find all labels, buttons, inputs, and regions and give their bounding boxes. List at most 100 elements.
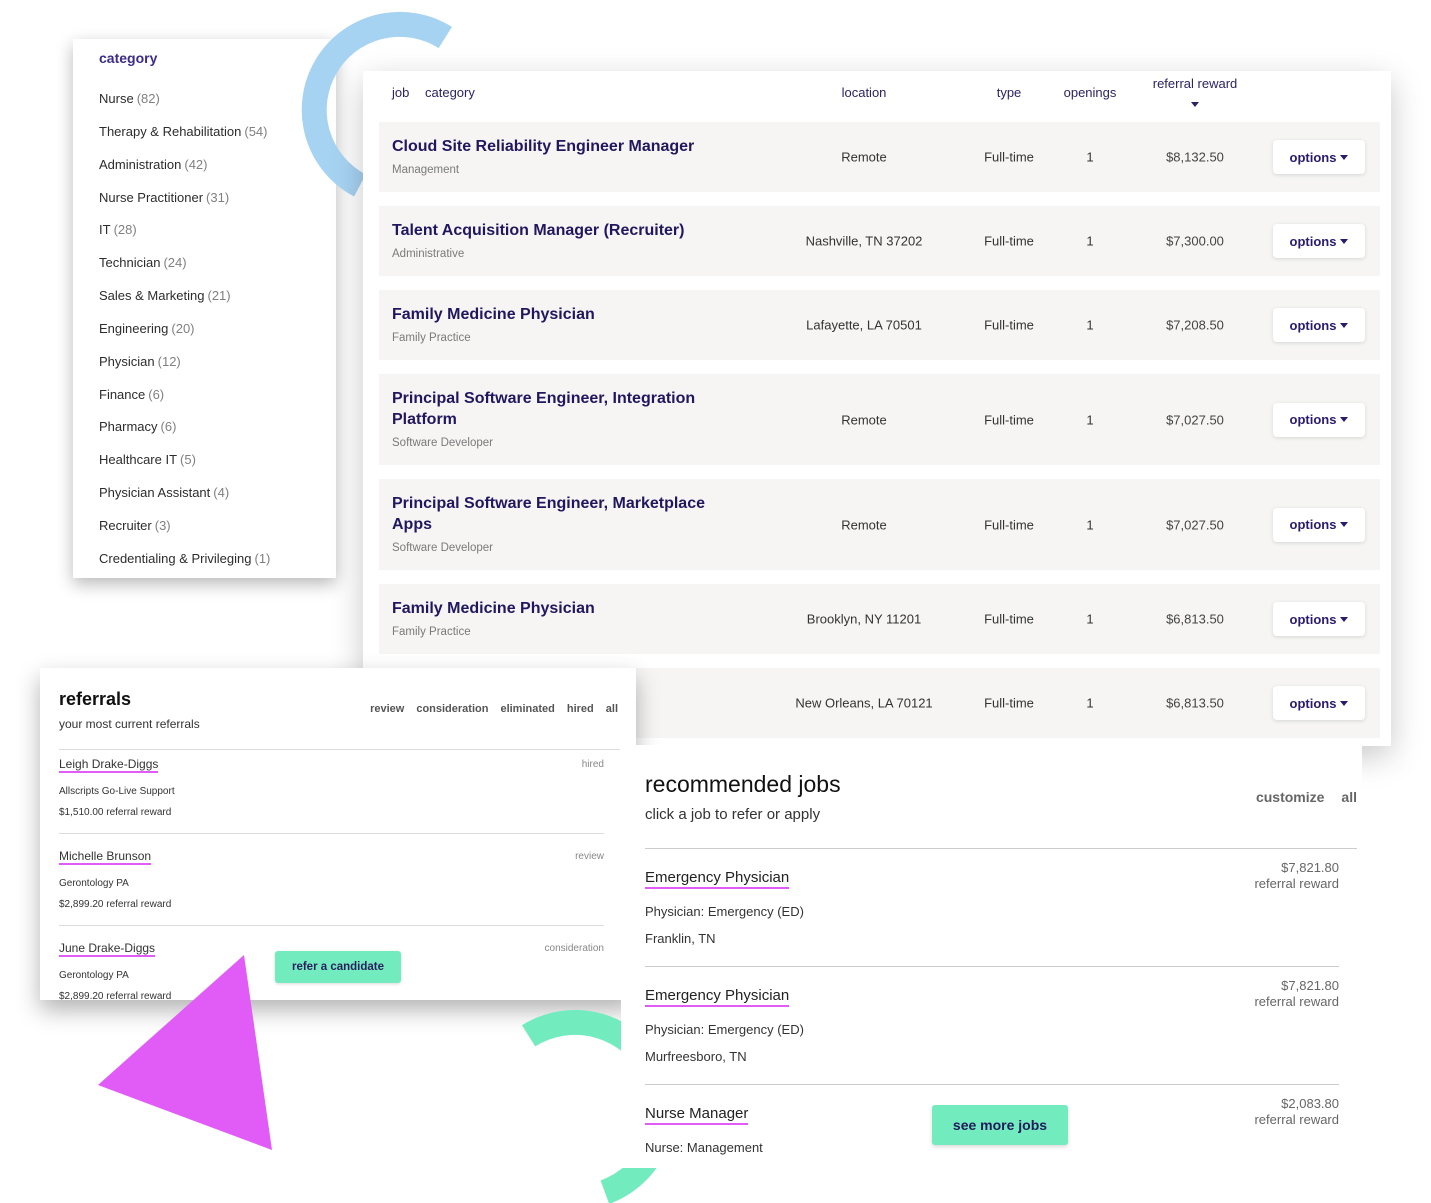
category-item[interactable]: Credentialing & Privileging (1): [99, 543, 270, 576]
table-row[interactable]: Family Medicine Physician Family Practic…: [379, 584, 1380, 654]
category-item[interactable]: Technician (24): [99, 247, 270, 280]
job-category: Family Practice: [392, 626, 471, 638]
recommended-job-location: Murfreesboro, TN: [645, 1049, 747, 1064]
recommended-job-link[interactable]: Emergency Physician: [645, 869, 790, 889]
table-row[interactable]: Principal Software Engineer, Marketplace…: [379, 479, 1380, 570]
options-label: options: [1289, 611, 1337, 627]
options-button[interactable]: options: [1273, 602, 1365, 636]
options-button[interactable]: options: [1273, 224, 1365, 258]
filter-review[interactable]: review: [370, 703, 404, 715]
job-openings: 1: [1086, 233, 1094, 249]
job-title[interactable]: Principal Software Engineer, Marketplace…: [392, 493, 722, 535]
caret-down-icon: [1340, 616, 1349, 622]
category-item[interactable]: Nurse Practitioner (31): [99, 182, 270, 215]
sort-caret-down-icon[interactable]: [1191, 102, 1199, 107]
referral-candidate-link[interactable]: Leigh Drake-Diggs: [59, 757, 159, 773]
job-category: Software Developer: [392, 542, 493, 554]
column-header-referral-reward[interactable]: referral reward: [1125, 76, 1265, 92]
job-title-block: Cloud Site Reliability Engineer Manager …: [379, 122, 722, 192]
options-label: options: [1289, 233, 1337, 249]
category-panel-title: category: [99, 50, 158, 66]
recommended-job-link[interactable]: Emergency Physician: [645, 987, 790, 1007]
referral-job: Allscripts Go-Live Support: [59, 786, 175, 797]
jobs-table-panel: job category location type openings refe…: [363, 71, 1391, 746]
decorative-pink-triangle: [98, 955, 272, 1150]
job-type: Full-time: [984, 695, 1034, 711]
category-item[interactable]: Engineering (20): [99, 313, 270, 346]
job-title-block: Family Medicine Physician Family Practic…: [379, 584, 722, 654]
job-title[interactable]: Principal Software Engineer, Integration…: [392, 388, 722, 430]
filter-consideration[interactable]: consideration: [416, 703, 488, 715]
job-category: Management: [392, 164, 460, 176]
job-title[interactable]: Family Medicine Physician: [392, 598, 722, 619]
job-title[interactable]: Cloud Site Reliability Engineer Manager: [392, 136, 722, 157]
options-label: options: [1289, 695, 1337, 711]
refer-candidate-button[interactable]: refer a candidate: [275, 951, 401, 983]
all-link[interactable]: all: [1341, 789, 1357, 805]
options-button[interactable]: options: [1273, 686, 1365, 720]
category-item[interactable]: Nurse (82): [99, 83, 270, 116]
recommended-job-category: Physician: Emergency (ED): [645, 1022, 804, 1037]
category-item[interactable]: Pharmacy (6): [99, 411, 270, 444]
table-row[interactable]: Principal Software Engineer, Integration…: [379, 374, 1380, 465]
column-header-type[interactable]: type: [969, 85, 1049, 101]
job-type: Full-time: [984, 611, 1034, 627]
caret-down-icon: [1340, 238, 1349, 244]
category-label: Physician Assistant: [99, 485, 211, 501]
recommended-job-item: Emergency Physician Physician: Emergency…: [645, 849, 1339, 967]
filter-all[interactable]: all: [606, 703, 618, 715]
job-title[interactable]: Family Medicine Physician: [392, 304, 722, 325]
job-referral-reward: $7,300.00: [1166, 233, 1224, 249]
category-count: (1): [254, 550, 271, 566]
category-item[interactable]: Finance (6): [99, 379, 270, 412]
options-button[interactable]: options: [1273, 402, 1365, 437]
job-openings: 1: [1086, 695, 1094, 711]
job-title[interactable]: Talent Acquisition Manager (Recruiter): [392, 220, 722, 241]
options-button[interactable]: options: [1273, 308, 1365, 342]
category-label: Therapy & Rehabilitation: [99, 123, 242, 139]
category-item[interactable]: Sales & Marketing (21): [99, 280, 270, 313]
referral-status: consideration: [544, 943, 604, 954]
job-referral-reward: $8,132.50: [1166, 149, 1224, 165]
table-row[interactable]: Talent Acquisition Manager (Recruiter) A…: [379, 206, 1380, 276]
referral-candidate-link[interactable]: Michelle Brunson: [59, 849, 152, 865]
filter-eliminated[interactable]: eliminated: [500, 703, 554, 715]
customize-link[interactable]: customize: [1256, 789, 1324, 805]
column-header-openings[interactable]: openings: [1050, 85, 1130, 101]
category-count: (3): [154, 517, 171, 533]
category-count: (82): [136, 91, 160, 106]
options-button[interactable]: options: [1273, 140, 1365, 174]
jobs-table-body: Cloud Site Reliability Engineer Manager …: [379, 122, 1380, 738]
category-item[interactable]: Healthcare IT (5): [99, 444, 270, 477]
category-item[interactable]: Physician Assistant (4): [99, 477, 270, 510]
column-header-location[interactable]: location: [814, 85, 914, 101]
category-count: (4): [213, 485, 230, 501]
table-row[interactable]: Cloud Site Reliability Engineer Manager …: [379, 122, 1380, 192]
options-button[interactable]: options: [1273, 507, 1365, 542]
category-item[interactable]: Recruiter (3): [99, 510, 270, 543]
category-label: IT: [99, 222, 111, 238]
column-header-job[interactable]: job: [392, 85, 409, 101]
recommended-job-reward-label: referral reward: [1254, 876, 1339, 891]
category-item[interactable]: Administration (42): [99, 149, 270, 182]
job-referral-reward: $6,813.50: [1166, 611, 1224, 627]
category-list: Nurse (82) Therapy & Rehabilitation (54) A…: [99, 83, 270, 576]
category-count: (31): [206, 189, 230, 205]
caret-down-icon: [1340, 700, 1349, 706]
options-label: options: [1289, 149, 1337, 165]
category-item[interactable]: Therapy & Rehabilitation (54): [99, 116, 270, 149]
referral-reward: $1,510.00 referral reward: [59, 807, 172, 818]
job-type: Full-time: [984, 149, 1034, 165]
job-type: Full-time: [984, 317, 1034, 333]
category-count: (20): [171, 320, 195, 336]
filter-hired[interactable]: hired: [567, 703, 594, 715]
recommended-jobs-panel: recommended jobs click a job to refer or…: [621, 745, 1362, 1168]
table-row[interactable]: Family Medicine Physician Family Practic…: [379, 290, 1380, 360]
column-header-category[interactable]: category: [425, 85, 475, 101]
category-item[interactable]: IT (28): [99, 214, 270, 247]
see-more-jobs-button[interactable]: see more jobs: [932, 1105, 1068, 1145]
category-item[interactable]: Physician (12): [99, 346, 270, 379]
job-location: Remote: [841, 517, 887, 532]
recommended-job-link[interactable]: Nurse Manager: [645, 1105, 749, 1125]
recommended-job-reward: $2,083.80: [1281, 1096, 1339, 1111]
